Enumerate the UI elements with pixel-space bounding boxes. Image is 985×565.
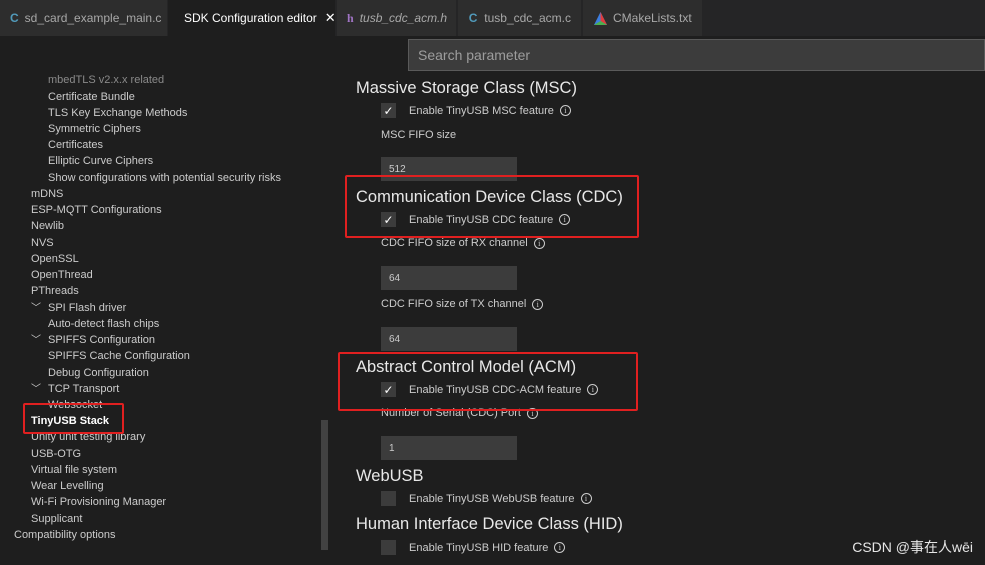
cdc-tx-input[interactable] [381, 327, 517, 351]
tree-item[interactable]: mDNS [31, 187, 63, 201]
tree-item[interactable]: ESP-MQTT Configurations [31, 203, 162, 217]
acm-ports-label: Number of Serial (CDC) Port i [381, 407, 538, 419]
tree-item-label: SPIFFS Configuration [48, 334, 155, 346]
tab-sd-card-example-main[interactable]: C sd_card_example_main.c [0, 0, 168, 36]
tree-item[interactable]: OpenSSL [31, 252, 79, 266]
tree-item[interactable]: PThreads [31, 284, 79, 298]
msc-enable-label: Enable TinyUSB MSC feature [409, 104, 554, 117]
acm-enable-checkbox[interactable]: ✓ [381, 382, 396, 397]
tree-item[interactable]: Certificate Bundle [48, 90, 135, 104]
hid-enable-label: Enable TinyUSB HID feature [409, 541, 549, 554]
tab-cmakelists[interactable]: CMakeLists.txt [583, 0, 703, 36]
acm-ports-label-text: Number of Serial (CDC) Port [381, 407, 521, 419]
tree-item[interactable]: Virtual file system [31, 463, 117, 477]
sidebar-scrollbar[interactable] [321, 420, 328, 550]
tab-label: SDK Configuration editor [184, 11, 317, 25]
c-file-icon: C [468, 11, 478, 25]
tree-item-expandable[interactable]: ﹀ SPI Flash driver [31, 301, 126, 316]
tree-item-expandable[interactable]: ﹀ SPIFFS Configuration [31, 333, 155, 348]
config-tree-sidebar: mbedTLS v2.x.x related Certificate Bundl… [0, 36, 330, 565]
tab-tusb-cdc-acm-c[interactable]: C tusb_cdc_acm.c [458, 0, 582, 36]
tree-item[interactable]: Supplicant [31, 512, 82, 526]
acm-enable-row: ✓ Enable TinyUSB CDC-ACM feature i [381, 382, 599, 397]
msc-fifo-input[interactable] [381, 157, 517, 181]
cdc-rx-label-text: CDC FIFO size of RX channel [381, 237, 528, 249]
chevron-down-icon: ﹀ [31, 303, 41, 314]
msc-section-title: Massive Storage Class (MSC) [356, 79, 577, 97]
info-icon[interactable]: i [554, 542, 566, 553]
hid-enable-row: Enable TinyUSB HID feature i [381, 540, 566, 555]
tree-item[interactable]: NVS [31, 236, 54, 250]
cdc-enable-row: ✓ Enable TinyUSB CDC feature i [381, 212, 571, 227]
webusb-section-title: WebUSB [356, 467, 424, 485]
tree-item[interactable]: Wear Levelling [31, 479, 104, 493]
msc-fifo-label: MSC FIFO size [381, 129, 456, 141]
cdc-rx-label: CDC FIFO size of RX channel i [381, 237, 545, 249]
msc-enable-checkbox[interactable]: ✓ [381, 103, 396, 118]
cdc-tx-label: CDC FIFO size of TX channel i [381, 298, 544, 310]
tab-label: tusb_cdc_acm.h [359, 11, 448, 25]
cdc-tx-label-text: CDC FIFO size of TX channel [381, 298, 527, 310]
cdc-rx-input[interactable] [381, 266, 517, 290]
cdc-section-title: Communication Device Class (CDC) [356, 188, 623, 206]
tab-label: sd_card_example_main.c [24, 11, 162, 25]
chevron-down-icon: ﹀ [31, 384, 41, 395]
tab-tusb-cdc-acm-h[interactable]: h tusb_cdc_acm.h [337, 0, 457, 36]
search-input[interactable] [408, 39, 985, 71]
tree-item[interactable]: Show configurations with potential secur… [48, 171, 281, 185]
chevron-down-icon: ﹀ [31, 335, 41, 346]
c-file-icon: C [10, 11, 19, 25]
tree-item[interactable]: Wi-Fi Provisioning Manager [31, 495, 166, 509]
tree-item[interactable]: SPIFFS Cache Configuration [48, 349, 190, 363]
hid-enable-checkbox[interactable] [381, 540, 396, 555]
acm-section-title: Abstract Control Model (ACM) [356, 358, 577, 376]
h-file-icon: h [347, 10, 354, 25]
tree-item[interactable]: Elliptic Curve Ciphers [48, 154, 153, 168]
tree-item[interactable]: Newlib [31, 219, 64, 233]
tree-item-label: SPI Flash driver [48, 302, 127, 314]
cdc-enable-checkbox[interactable]: ✓ [381, 212, 396, 227]
info-icon[interactable]: i [526, 407, 538, 419]
info-icon[interactable]: i [559, 214, 571, 225]
info-icon[interactable]: i [532, 298, 544, 310]
tab-label: tusb_cdc_acm.c [484, 11, 571, 25]
tree-item[interactable]: Compatibility options [14, 528, 116, 542]
tree-item[interactable]: Auto-detect flash chips [48, 317, 159, 331]
tree-item[interactable]: mbedTLS v2.x.x related [48, 73, 164, 87]
cmake-icon [593, 11, 607, 25]
tree-item[interactable]: Unity unit testing library [31, 430, 145, 444]
tree-item[interactable]: Debug Configuration [48, 366, 149, 380]
tree-item-label: TCP Transport [48, 383, 120, 395]
webusb-enable-checkbox[interactable] [381, 491, 396, 506]
msc-fifo-label-text: MSC FIFO size [381, 129, 457, 141]
cdc-enable-label: Enable TinyUSB CDC feature [409, 213, 554, 226]
tree-item[interactable]: USB-OTG [31, 447, 81, 461]
tab-label: CMakeLists.txt [613, 11, 692, 25]
close-icon[interactable]: ✕ [325, 10, 336, 26]
tree-item-tinyusb-stack[interactable]: TinyUSB Stack [31, 414, 109, 428]
editor-tab-bar: C sd_card_example_main.c SDK Configurati… [0, 0, 985, 36]
tree-item-expandable[interactable]: ﹀ TCP Transport [31, 382, 119, 397]
webusb-enable-label: Enable TinyUSB WebUSB feature [409, 492, 575, 505]
acm-enable-label: Enable TinyUSB CDC-ACM feature [409, 383, 582, 396]
tree-item[interactable]: Certificates [48, 138, 103, 152]
info-icon[interactable]: i [587, 384, 599, 395]
tree-item[interactable]: TLS Key Exchange Methods [48, 106, 187, 120]
watermark: CSDN @事在人wēi [852, 539, 973, 555]
webusb-enable-row: Enable TinyUSB WebUSB feature i [381, 491, 592, 506]
hid-section-title: Human Interface Device Class (HID) [356, 515, 623, 533]
info-icon[interactable]: i [559, 105, 571, 116]
info-icon[interactable]: i [533, 237, 545, 249]
info-icon[interactable]: i [580, 493, 592, 504]
acm-ports-input[interactable] [381, 436, 517, 460]
tree-item[interactable]: Websocket [48, 398, 102, 412]
tab-sdk-configuration-editor[interactable]: SDK Configuration editor ✕ [168, 0, 336, 36]
tree-item[interactable]: OpenThread [31, 268, 93, 282]
tree-item[interactable]: Symmetric Ciphers [48, 122, 141, 136]
msc-enable-row: ✓ Enable TinyUSB MSC feature i [381, 103, 571, 118]
